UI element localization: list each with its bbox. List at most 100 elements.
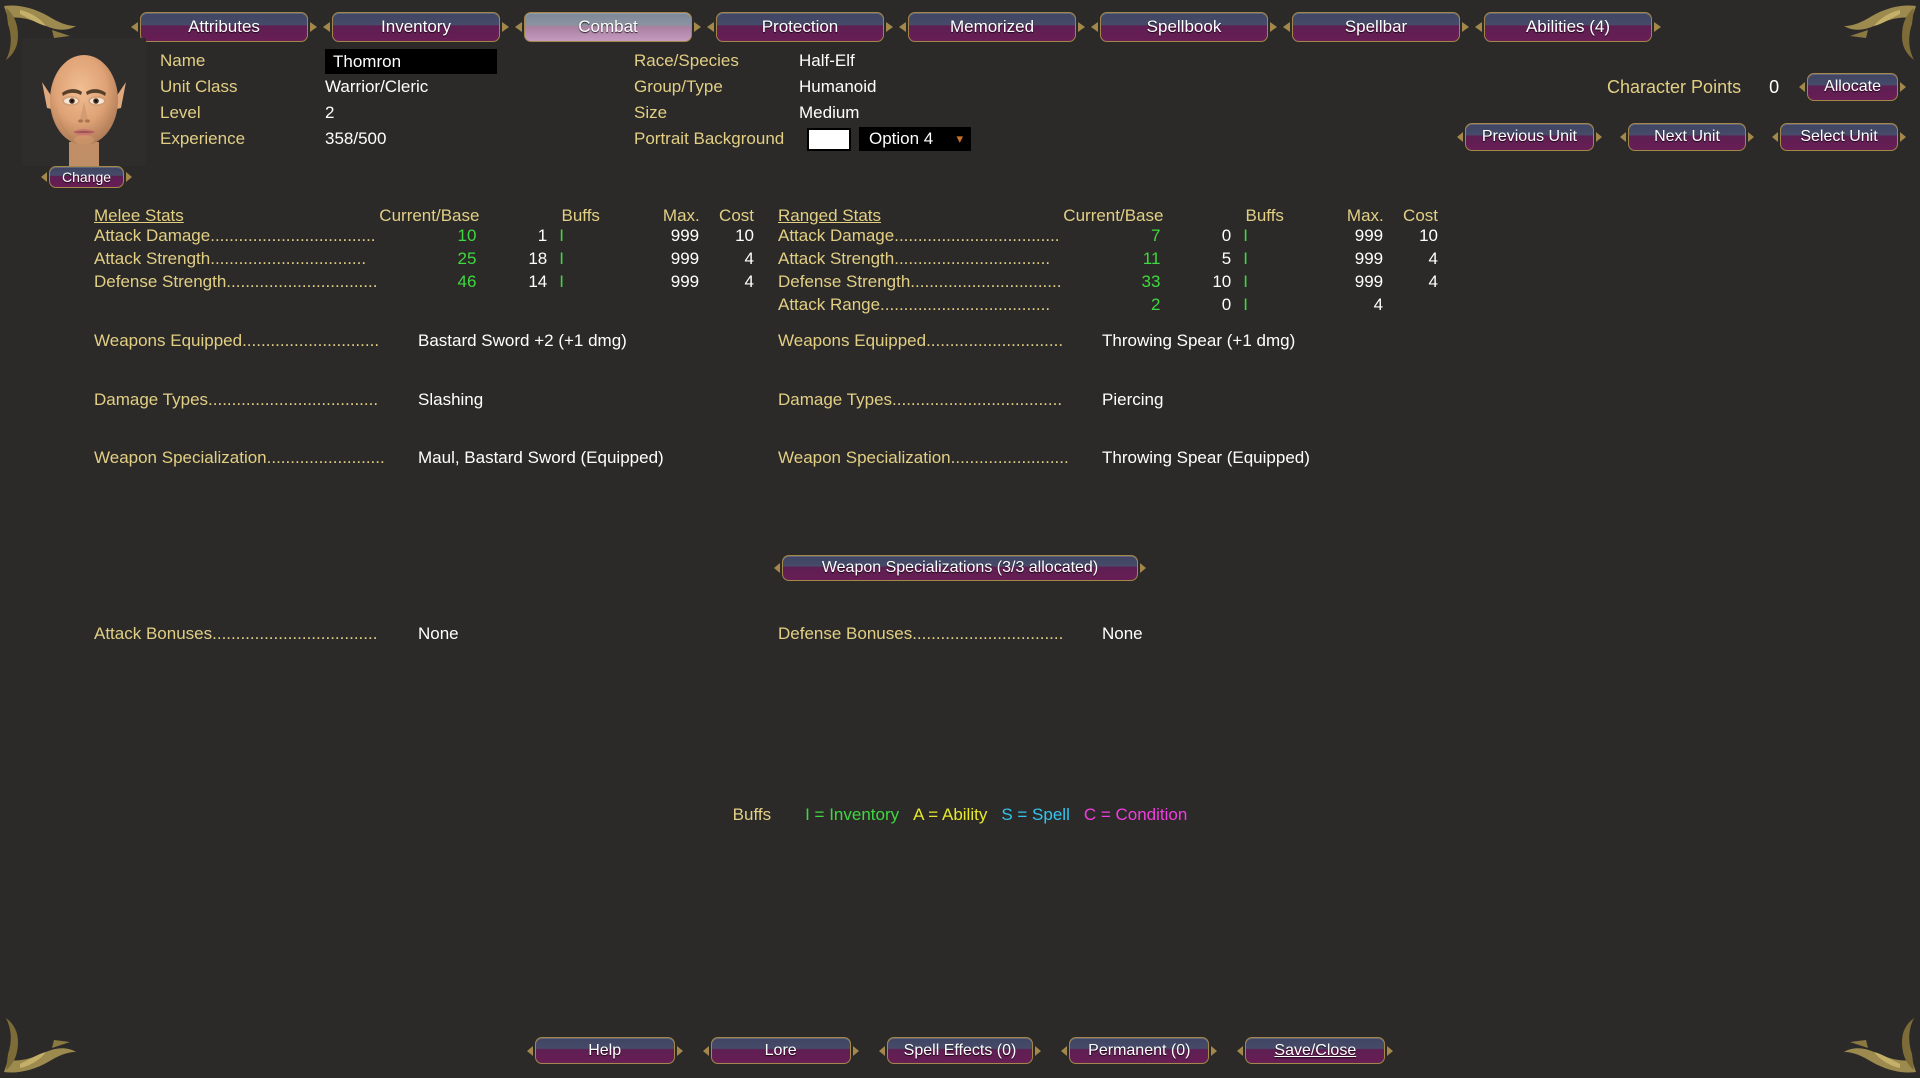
tab-spellbook[interactable]: Spellbook bbox=[1100, 12, 1268, 42]
unit-navigation: Previous Unit Next Unit Select Unit bbox=[1465, 123, 1898, 151]
ranged-stat-base: 0 bbox=[1160, 295, 1231, 315]
ranged-stat-current: 33 bbox=[1067, 272, 1161, 292]
ranged-stat-max: 999 bbox=[1316, 272, 1383, 292]
tab-label: Spellbar bbox=[1345, 17, 1407, 37]
ranged-stat-row: Attack Range............................… bbox=[778, 295, 1438, 318]
identity-row: Unit ClassWarrior/Cleric bbox=[160, 74, 497, 100]
ranged-stat-name: Attack Damage...........................… bbox=[778, 226, 1067, 246]
allocate-button[interactable]: Allocate bbox=[1807, 73, 1898, 101]
ranged-stat-cost: 4 bbox=[1383, 249, 1438, 269]
race-species-value: Half-Elf bbox=[799, 51, 855, 71]
tab-protection[interactable]: Protection bbox=[716, 12, 884, 42]
next-unit-button[interactable]: Next Unit bbox=[1628, 123, 1746, 151]
tab-spellbar[interactable]: Spellbar bbox=[1292, 12, 1460, 42]
unit-class-label: Unit Class bbox=[160, 77, 325, 97]
tab-label: Abilities (4) bbox=[1526, 17, 1610, 37]
experience-value: 358/500 bbox=[325, 129, 386, 149]
buff-legend-entry: I = Inventory bbox=[805, 805, 899, 825]
ranged-section-title: Ranged Stats bbox=[778, 206, 1063, 226]
change-portrait-button[interactable]: Change bbox=[49, 166, 124, 188]
melee-stat-buff: I bbox=[547, 249, 632, 269]
ranged-col-buffs: Buffs bbox=[1233, 206, 1317, 226]
ranged-stat-max: 4 bbox=[1316, 295, 1383, 315]
melee-stat-name: Attack Strength.........................… bbox=[94, 249, 383, 269]
melee-col-cost: Cost bbox=[700, 206, 754, 226]
character-points-row: Character Points 0 Allocate bbox=[1607, 73, 1898, 101]
size-value: Medium bbox=[799, 103, 859, 123]
permanent-button[interactable]: Permanent (0) bbox=[1069, 1037, 1209, 1064]
buff-legend-title: Buffs bbox=[733, 805, 771, 825]
weapon-specializations-button[interactable]: Weapon Specializations (3/3 allocated) bbox=[782, 555, 1138, 581]
attack-bonuses-label: Attack Bonuses..........................… bbox=[94, 624, 418, 644]
ranged-weapon-specialization-value: Throwing Spear (Equipped) bbox=[1102, 448, 1310, 468]
previous-unit-button[interactable]: Previous Unit bbox=[1465, 123, 1594, 151]
melee-stats-panel: Melee Stats Current/Base Buffs Max. Cost… bbox=[94, 200, 754, 295]
name-input[interactable]: Thomron bbox=[325, 49, 497, 74]
melee-col-buffs: Buffs bbox=[549, 206, 633, 226]
melee-stat-buff: I bbox=[547, 272, 632, 292]
character-portrait[interactable] bbox=[22, 38, 146, 166]
melee-stat-name: Attack Damage...........................… bbox=[94, 226, 383, 246]
footer-bar: Help Lore Spell Effects (0) Permanent (0… bbox=[0, 1037, 1920, 1064]
ranged-stat-row: Attack Strength.........................… bbox=[778, 249, 1438, 272]
ranged-stat-base: 0 bbox=[1160, 226, 1231, 246]
defense-bonuses-value: None bbox=[1102, 624, 1143, 644]
melee-weapons-equipped-row: Weapons Equipped........................… bbox=[94, 331, 627, 351]
spell-effects-button[interactable]: Spell Effects (0) bbox=[887, 1037, 1034, 1064]
ranged-stat-current: 7 bbox=[1067, 226, 1161, 246]
buff-legend-entry: A = Ability bbox=[913, 805, 987, 825]
ranged-stat-buff: I bbox=[1231, 226, 1316, 246]
identity-row: Group/TypeHumanoid bbox=[634, 74, 971, 100]
portrait-background-row: Portrait Background Option 4 ▾ bbox=[634, 126, 971, 152]
portrait-background-select[interactable]: Option 4 ▾ bbox=[859, 127, 971, 151]
portrait-background-swatch[interactable] bbox=[807, 128, 851, 151]
tab-combat[interactable]: Combat bbox=[524, 12, 692, 42]
ranged-damage-types-label: Damage Types............................… bbox=[778, 390, 1102, 410]
ranged-weapons-equipped-value: Throwing Spear (+1 dmg) bbox=[1102, 331, 1295, 351]
tab-label: Protection bbox=[762, 17, 839, 37]
ranged-weapon-specialization-row: Weapon Specialization...................… bbox=[778, 448, 1310, 468]
tab-memorized[interactable]: Memorized bbox=[908, 12, 1076, 42]
tab-abilities-4[interactable]: Abilities (4) bbox=[1484, 12, 1652, 42]
level-label: Level bbox=[160, 103, 325, 123]
melee-stat-cost: 10 bbox=[699, 226, 754, 246]
ranged-col-max: Max. bbox=[1317, 206, 1384, 226]
attack-bonuses-row: Attack Bonuses..........................… bbox=[94, 624, 459, 644]
ranged-stat-name: Attack Strength.........................… bbox=[778, 249, 1067, 269]
ranged-stat-base: 5 bbox=[1160, 249, 1231, 269]
melee-stat-max: 999 bbox=[632, 272, 699, 292]
ranged-stat-current: 11 bbox=[1067, 249, 1161, 269]
ranged-damage-types-value: Piercing bbox=[1102, 390, 1163, 410]
identity-block-right: Race/SpeciesHalf-ElfGroup/TypeHumanoidSi… bbox=[634, 48, 971, 152]
ranged-damage-types-row: Damage Types............................… bbox=[778, 390, 1163, 410]
ranged-stat-buff: I bbox=[1231, 295, 1316, 315]
melee-stat-current: 46 bbox=[383, 272, 477, 292]
character-points-value: 0 bbox=[1765, 77, 1783, 98]
save-close-button[interactable]: Save/Close bbox=[1245, 1037, 1385, 1064]
melee-damage-types-row: Damage Types............................… bbox=[94, 390, 483, 410]
select-unit-button[interactable]: Select Unit bbox=[1780, 123, 1898, 151]
melee-weapon-specialization-row: Weapon Specialization...................… bbox=[94, 448, 664, 468]
tab-attributes[interactable]: Attributes bbox=[140, 12, 308, 42]
ranged-stats-header: Ranged Stats Current/Base Buffs Max. Cos… bbox=[778, 200, 1438, 226]
melee-stat-row: Defense Strength........................… bbox=[94, 272, 754, 295]
name-label: Name bbox=[160, 51, 325, 71]
ranged-weapons-equipped-row: Weapons Equipped........................… bbox=[778, 331, 1295, 351]
ranged-col-current-base: Current/Base bbox=[1063, 206, 1163, 226]
ranged-stat-cost: 4 bbox=[1383, 272, 1438, 292]
portrait-background-selected-value: Option 4 bbox=[869, 129, 933, 148]
tab-bar: Attributes Inventory Combat Protection Memor… bbox=[140, 12, 1652, 42]
corner-ornament-top-right bbox=[1834, 0, 1920, 74]
melee-stat-base: 18 bbox=[476, 249, 547, 269]
lore-button[interactable]: Lore bbox=[711, 1037, 851, 1064]
ranged-stat-cost: 10 bbox=[1383, 226, 1438, 246]
tab-inventory[interactable]: Inventory bbox=[332, 12, 500, 42]
melee-damage-types-label: Damage Types............................… bbox=[94, 390, 418, 410]
group-type-label: Group/Type bbox=[634, 77, 799, 97]
melee-stat-base: 14 bbox=[476, 272, 547, 292]
identity-block-left: NameThomronUnit ClassWarrior/ClericLevel… bbox=[160, 48, 497, 152]
help-button[interactable]: Help bbox=[535, 1037, 675, 1064]
identity-row: Level2 bbox=[160, 100, 497, 126]
ranged-weapons-equipped-label: Weapons Equipped........................… bbox=[778, 331, 1102, 351]
buff-legend-entry: C = Condition bbox=[1084, 805, 1187, 825]
